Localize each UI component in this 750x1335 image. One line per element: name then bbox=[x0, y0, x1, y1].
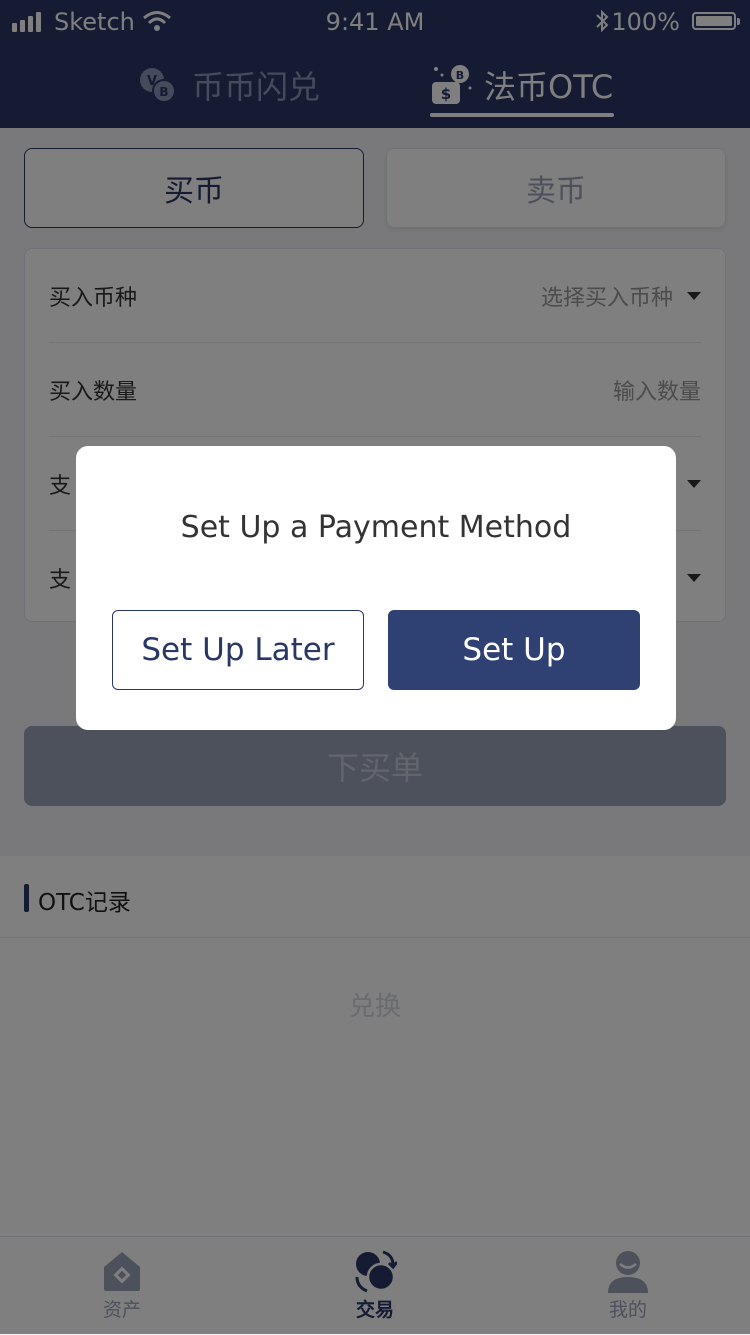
set-up-button[interactable]: Set Up bbox=[388, 610, 640, 690]
set-up-later-button[interactable]: Set Up Later bbox=[112, 610, 364, 690]
payment-method-dialog: Set Up a Payment Method Set Up Later Set… bbox=[76, 446, 676, 730]
dialog-title: Set Up a Payment Method bbox=[180, 510, 572, 545]
